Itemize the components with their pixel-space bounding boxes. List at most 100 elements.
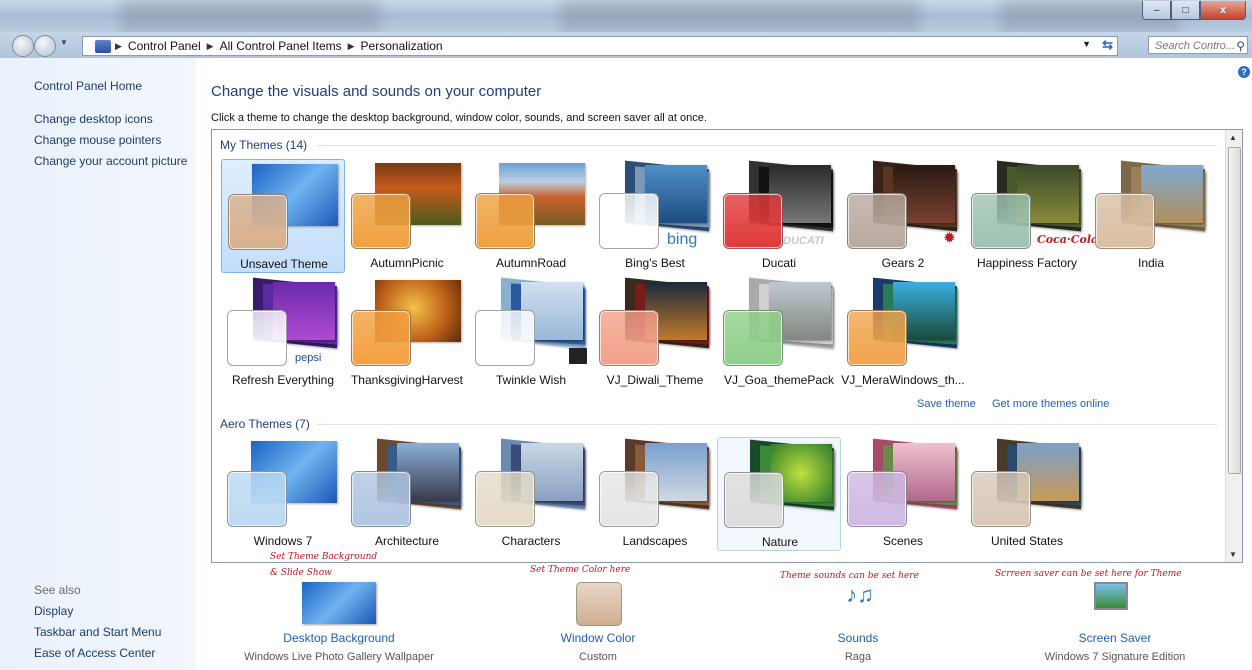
theme-bings-best[interactable]: bing Bing's Best: [593, 159, 717, 273]
theme-label: Happiness Factory: [976, 256, 1078, 270]
theme-label: Scenes: [882, 534, 924, 548]
theme-color-swatch: [475, 310, 535, 366]
back-button[interactable]: [12, 35, 34, 57]
my-themes-header: My Themes (14): [220, 138, 308, 152]
theme-label: AutumnPicnic: [370, 256, 444, 270]
theme-nature[interactable]: Nature: [717, 437, 841, 551]
theme-scenes[interactable]: Scenes: [841, 437, 965, 551]
theme-united-states[interactable]: United States: [965, 437, 1089, 551]
theme-color-swatch: [351, 471, 411, 527]
theme-color-swatch: [847, 310, 907, 366]
screen-saver-value: Windows 7 Signature Edition: [1044, 651, 1186, 663]
change-mouse-pointers-link[interactable]: Change mouse pointers: [34, 133, 161, 147]
theme-label: VJ_Goa_themePack: [723, 373, 835, 387]
pepsi-logo: pepsi: [295, 352, 322, 364]
desktop-background-value: Windows Live Photo Gallery Wallpaper: [244, 651, 434, 663]
see-also-heading: See also: [34, 583, 81, 597]
recent-pages-chevron-icon[interactable]: ▼: [60, 38, 68, 47]
desktop-background-link[interactable]: Desktop Background: [219, 631, 459, 645]
theme-refresh-everything[interactable]: pepsi Refresh Everything: [221, 276, 345, 390]
scrollbar-thumb[interactable]: [1228, 147, 1241, 474]
save-theme-link[interactable]: Save theme: [917, 398, 976, 410]
ease-of-access-link[interactable]: Ease of Access Center: [34, 646, 155, 660]
chevron-right-icon[interactable]: ▶: [205, 41, 216, 52]
theme-vj-diwali[interactable]: VJ_Diwali_Theme: [593, 276, 717, 390]
breadcrumb-all-items[interactable]: All Control Panel Items: [216, 39, 346, 53]
window-title-bar: – □ x: [0, 0, 1252, 32]
theme-color-swatch: [475, 193, 535, 249]
change-account-picture-link[interactable]: Change your account picture: [34, 154, 187, 168]
page-description: Click a theme to change the desktop back…: [211, 112, 707, 124]
theme-gallery: My Themes (14) Aero Themes (7) Save them…: [211, 129, 1243, 563]
get-more-themes-link[interactable]: Get more themes online: [992, 398, 1109, 410]
theme-vj-goa[interactable]: VJ_Goa_themePack: [717, 276, 841, 390]
annotation-color: Set Theme Color here: [530, 565, 631, 575]
theme-label: Refresh Everything: [231, 373, 335, 387]
theme-happiness-factory[interactable]: Coca·Cola Happiness Factory: [965, 159, 1098, 273]
theme-label: VJ_Diwali_Theme: [606, 373, 704, 387]
theme-thanksgivingharvest[interactable]: ThanksgivingHarvest: [345, 276, 469, 390]
theme-color-swatch: [971, 471, 1031, 527]
screen-saver-link[interactable]: Screen Saver: [995, 631, 1235, 645]
theme-color-swatch: [599, 193, 659, 249]
theme-label: AutumnRoad: [495, 256, 567, 270]
theme-characters[interactable]: Characters: [469, 437, 593, 551]
chevron-right-icon[interactable]: ▶: [346, 41, 357, 52]
twinkle-logo: [569, 348, 587, 364]
help-icon[interactable]: ?: [1238, 66, 1250, 78]
theme-india[interactable]: India: [1089, 159, 1213, 273]
gears-logo-icon: ✹: [944, 230, 955, 245]
breadcrumb-control-panel[interactable]: Control Panel: [124, 39, 205, 53]
control-panel-home-link[interactable]: Control Panel Home: [34, 79, 142, 93]
search-icon[interactable]: ⚲: [1236, 37, 1245, 55]
theme-landscapes[interactable]: Landscapes: [593, 437, 717, 551]
close-button[interactable]: x: [1200, 1, 1246, 20]
taskbar-start-menu-link[interactable]: Taskbar and Start Menu: [34, 625, 161, 639]
theme-color-swatch: [599, 471, 659, 527]
minimize-button[interactable]: –: [1142, 1, 1171, 20]
gallery-scrollbar[interactable]: ▲ ▼: [1225, 130, 1242, 562]
refresh-icon[interactable]: ⇆: [1102, 37, 1113, 53]
theme-autumnpicnic[interactable]: AutumnPicnic: [345, 159, 469, 273]
theme-gears-2[interactable]: ✹ Gears 2: [841, 159, 965, 273]
forward-button[interactable]: [34, 35, 56, 57]
theme-label: Gears 2: [881, 256, 925, 270]
theme-architecture[interactable]: Architecture: [345, 437, 469, 551]
theme-autumnroad[interactable]: AutumnRoad: [469, 159, 593, 273]
theme-color-swatch: [1095, 193, 1155, 249]
theme-label: Nature: [761, 535, 799, 549]
screen-saver-icon[interactable]: [1094, 582, 1128, 610]
address-bar[interactable]: ▶ Control Panel ▶ All Control Panel Item…: [82, 36, 1118, 56]
theme-unsaved[interactable]: Unsaved Theme: [221, 159, 345, 273]
aero-themes-header: Aero Themes (7): [220, 417, 310, 431]
theme-label: Architecture: [374, 534, 440, 548]
theme-color-swatch: [227, 471, 287, 527]
theme-windows-7[interactable]: Windows 7: [221, 437, 345, 551]
theme-label: Windows 7: [253, 534, 313, 548]
theme-color-swatch: [351, 310, 411, 366]
theme-label: Unsaved Theme: [240, 257, 328, 271]
theme-ducati[interactable]: DUCATI Ducati: [717, 159, 841, 273]
window-color-link[interactable]: Window Color: [478, 631, 718, 645]
theme-color-swatch: [723, 193, 783, 249]
theme-vj-merawindows[interactable]: VJ_MeraWindows_th...: [841, 276, 965, 390]
theme-twinkle-wish[interactable]: Twinkle Wish: [469, 276, 593, 390]
desktop-background-icon[interactable]: [302, 582, 376, 624]
scroll-down-icon[interactable]: ▼: [1229, 550, 1237, 559]
maximize-button[interactable]: □: [1171, 1, 1200, 20]
page-title: Change the visuals and sounds on your co…: [211, 83, 542, 100]
theme-color-swatch: [724, 472, 784, 528]
sounds-icon[interactable]: ♪♫: [838, 582, 882, 622]
theme-label: Characters: [501, 534, 561, 548]
change-desktop-icons-link[interactable]: Change desktop icons: [34, 112, 153, 126]
chevron-right-icon[interactable]: ▶: [113, 41, 124, 52]
address-dropdown-icon[interactable]: ▼: [1082, 39, 1091, 49]
sounds-link[interactable]: Sounds: [738, 631, 978, 645]
search-input[interactable]: Search Contro... ⚲: [1148, 36, 1248, 54]
breadcrumb-personalization[interactable]: Personalization: [357, 39, 447, 53]
display-link[interactable]: Display: [34, 604, 73, 618]
theme-color-swatch: [599, 310, 659, 366]
window-color-icon[interactable]: [576, 582, 622, 626]
theme-color-swatch: [723, 310, 783, 366]
scroll-up-icon[interactable]: ▲: [1229, 133, 1237, 142]
